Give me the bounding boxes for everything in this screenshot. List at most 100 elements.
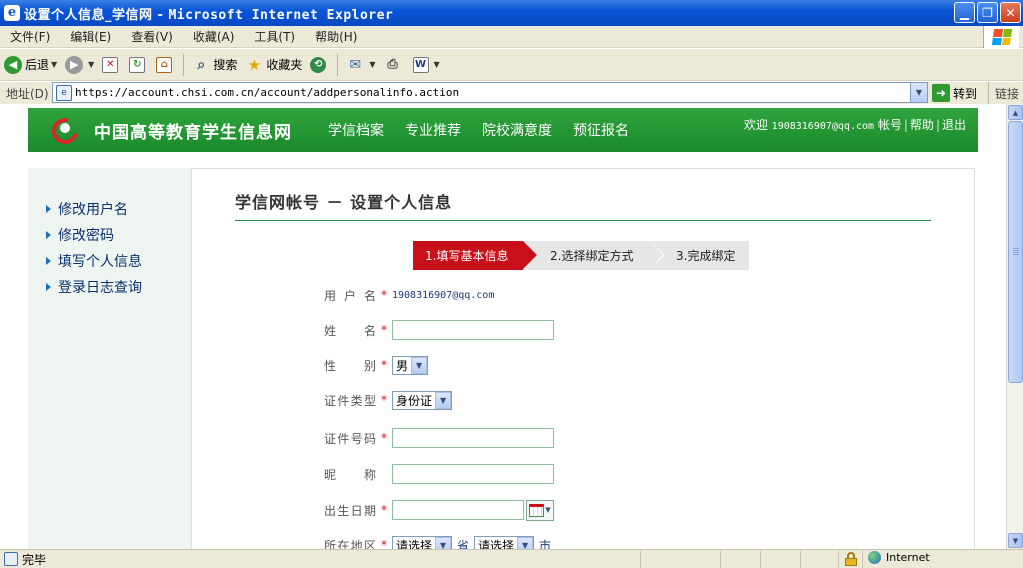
birthdate-input[interactable] (392, 500, 524, 520)
chsi-logo-icon[interactable] (47, 113, 83, 149)
sidebar-item-login-log[interactable]: 登录日志查询 (28, 274, 191, 300)
main-panel: 学信网帐号 － 设置个人信息 1.填写基本信息 2.选择绑定方式 3.完成绑定 … (191, 168, 975, 549)
city-unit: 市 (539, 538, 552, 550)
mail-dropdown-icon[interactable]: ▼ (369, 60, 375, 69)
name-input[interactable] (392, 320, 554, 340)
scroll-down-icon[interactable]: ▼ (1008, 533, 1023, 548)
ie-icon: e (4, 5, 20, 21)
nav-xueli-archive[interactable]: 学信档案 (328, 120, 384, 140)
city-select[interactable]: 请选择 ▼ (474, 535, 535, 550)
close-button[interactable]: ✕ (1000, 2, 1021, 23)
nav-preconscription[interactable]: 预征报名 (573, 120, 629, 140)
calendar-button[interactable]: ▼ (526, 499, 554, 521)
step-choose-binding: 2.选择绑定方式 (523, 241, 665, 270)
page-done-icon (4, 552, 18, 566)
home-icon: ⌂ (156, 56, 173, 73)
back-button[interactable]: ◀ 后退 ▼ (0, 55, 61, 74)
menu-file[interactable]: 文件(F) (0, 28, 60, 45)
address-input[interactable]: e https://account.chsi.com.cn/account/ad… (52, 82, 928, 103)
required-mark: * (381, 358, 387, 372)
chevron-down-icon[interactable]: ▼ (517, 536, 534, 549)
idtype-select[interactable]: 身份证 ▼ (392, 390, 453, 410)
home-button[interactable]: ⌂ (152, 56, 179, 73)
favorites-button[interactable]: ★ 收藏夹 (241, 56, 306, 74)
sidebar-item-label: 修改密码 (58, 228, 114, 244)
status-divider (862, 551, 863, 568)
nickname-input[interactable] (392, 464, 554, 484)
logout-link[interactable]: 退出 (942, 118, 966, 132)
sidebar-item-personal-info[interactable]: 填写个人信息 (28, 248, 191, 274)
menu-help[interactable]: 帮助(H) (305, 28, 367, 45)
account-link[interactable]: 帐号 (878, 118, 902, 132)
minimize-button[interactable]: ▁ (954, 2, 975, 23)
idnumber-row: 证件号码 * (324, 427, 554, 449)
idnumber-input[interactable] (392, 428, 554, 448)
province-select[interactable]: 请选择 ▼ (392, 535, 453, 549)
region-row: 所在地区 * 请选择 ▼ 省 请选择 ▼ 市 (324, 534, 556, 549)
idtype-label: 证件类型 (324, 393, 376, 408)
window-title-bar[interactable]: e 设置个人信息_学信网 - Microsoft Internet Explor… (0, 0, 1023, 26)
search-button[interactable]: ⌕ 搜索 (188, 56, 241, 74)
site-name[interactable]: 中国高等教育学生信息网 (94, 118, 292, 143)
progress-steps: 1.填写基本信息 2.选择绑定方式 3.完成绑定 (413, 241, 749, 270)
triangle-right-icon (46, 257, 51, 265)
chevron-down-icon: ▼ (545, 506, 551, 514)
windows-logo (983, 26, 1019, 48)
status-text: 完毕 (22, 552, 47, 567)
nickname-label: 昵称 (324, 467, 376, 482)
refresh-button[interactable]: ↻ (125, 56, 152, 73)
required-mark: * (381, 288, 387, 302)
status-divider (838, 551, 839, 568)
globe-icon (868, 551, 881, 564)
scroll-up-icon[interactable]: ▲ (1008, 105, 1023, 120)
sidebar-item-label: 填写个人信息 (58, 254, 142, 270)
city-select-value: 请选择 (478, 538, 515, 550)
lock-icon[interactable] (845, 552, 857, 566)
toolbar-separator (183, 53, 185, 76)
toolbar-separator (337, 53, 339, 76)
toolbar: ◀ 后退 ▼ ▶ ▼ ✕ ↻ ⌂ ⌕ 搜索 ★ 收藏夹 ⟲ ✉ ▼ ⎙ W ▼ (0, 49, 1023, 81)
nickname-row: 昵称 (324, 463, 554, 485)
word-icon: W (412, 56, 429, 73)
chevron-down-icon[interactable]: ▼ (411, 356, 428, 374)
help-link[interactable]: 帮助 (910, 118, 934, 132)
sidebar-item-change-password[interactable]: 修改密码 (28, 222, 191, 248)
idtype-select-value: 身份证 (396, 393, 433, 408)
star-icon: ★ (247, 55, 262, 74)
go-button[interactable]: ➜ 转到 (932, 82, 977, 104)
back-dropdown-icon[interactable]: ▼ (51, 60, 57, 69)
address-url[interactable]: https://account.chsi.com.cn/account/addp… (75, 86, 459, 99)
go-label: 转到 (953, 86, 978, 101)
nav-major-recommend[interactable]: 专业推荐 (405, 120, 461, 140)
security-zone[interactable]: Internet (868, 551, 930, 564)
forward-button[interactable]: ▶ ▼ (61, 55, 98, 74)
menu-view[interactable]: 查看(V) (121, 28, 183, 45)
menu-edit[interactable]: 编辑(E) (60, 28, 121, 45)
status-divider (720, 551, 721, 568)
print-button[interactable]: ⎙ (380, 56, 409, 74)
links-button[interactable]: 链接 (988, 82, 1019, 104)
address-dropdown-icon[interactable]: ▼ (910, 83, 927, 102)
favorites-label: 收藏夹 (266, 58, 303, 72)
history-button[interactable]: ⟲ (306, 56, 333, 73)
stop-button[interactable]: ✕ (98, 56, 125, 73)
menu-favorites[interactable]: 收藏(A) (183, 28, 245, 45)
restore-button[interactable]: ❐ (977, 2, 998, 23)
scroll-thumb[interactable] (1008, 121, 1023, 383)
gender-select[interactable]: 男 ▼ (392, 355, 429, 375)
vertical-scrollbar[interactable]: ▲ ▼ (1006, 104, 1023, 549)
triangle-right-icon (46, 283, 51, 291)
menu-tools[interactable]: 工具(T) (244, 28, 305, 45)
mail-button[interactable]: ✉ ▼ (342, 56, 379, 74)
sidebar-item-change-username[interactable]: 修改用户名 (28, 196, 191, 222)
edit-dropdown-icon[interactable]: ▼ (434, 60, 440, 69)
mail-icon: ✉ (349, 56, 362, 73)
chevron-down-icon[interactable]: ▼ (435, 391, 452, 409)
province-unit: 省 (457, 538, 470, 550)
nav-school-satisfaction[interactable]: 院校满意度 (482, 120, 552, 140)
welcome-text: 欢迎 (743, 118, 768, 132)
edit-button[interactable]: W ▼ (409, 56, 444, 73)
name-row: 姓名 * (324, 319, 554, 341)
chevron-down-icon[interactable]: ▼ (435, 536, 452, 549)
forward-dropdown-icon[interactable]: ▼ (88, 60, 94, 69)
